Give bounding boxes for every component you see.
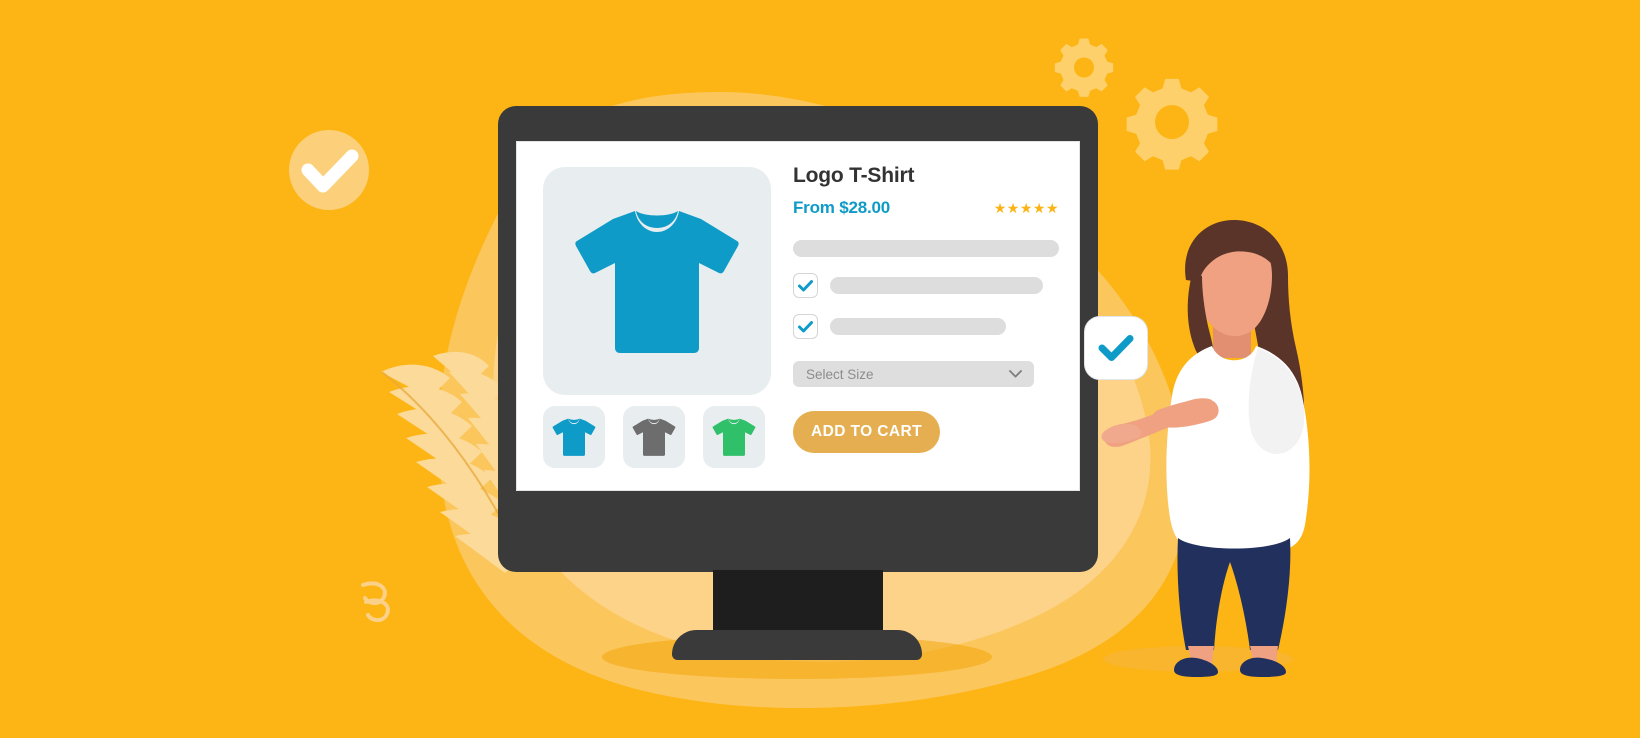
check-circle-decoration (289, 130, 369, 210)
illustration-canvas: Logo T-Shirt From $28.00 ★★★★★ Select Si… (0, 0, 1640, 738)
thumbnail-strip (543, 406, 765, 468)
monitor-base (672, 630, 922, 660)
gear-icon-small (1054, 38, 1114, 97)
product-info: Logo T-Shirt From $28.00 ★★★★★ Select Si… (793, 164, 1059, 454)
monitor-screen: Logo T-Shirt From $28.00 ★★★★★ Select Si… (516, 141, 1080, 491)
option-row-2[interactable] (793, 314, 1059, 340)
thumbnail-green-shirt[interactable] (703, 406, 765, 468)
option-label-placeholder-1 (830, 277, 1043, 295)
tshirt-icon-hero (575, 211, 739, 353)
tshirt-icon-green (712, 418, 756, 456)
check-icon (798, 320, 813, 333)
floating-checkbox[interactable] (1084, 316, 1148, 380)
size-select-label: Select Size (806, 366, 874, 382)
tshirt-icon-gray (632, 418, 676, 456)
check-icon (798, 279, 813, 292)
size-select[interactable]: Select Size (793, 361, 1034, 388)
add-to-cart-button[interactable]: ADD TO CART (793, 411, 940, 454)
thumbnail-blue-shirt[interactable] (543, 406, 605, 468)
option-checkbox-2[interactable] (793, 314, 818, 340)
product-page: Logo T-Shirt From $28.00 ★★★★★ Select Si… (517, 142, 1079, 490)
gear-icon-large (1126, 78, 1218, 170)
description-placeholder (793, 240, 1059, 258)
rating-stars: ★★★★★ (993, 200, 1059, 217)
option-label-placeholder-2 (830, 318, 1006, 336)
check-circle-bg (289, 130, 369, 210)
shoe-right (1240, 657, 1286, 677)
monitor-neck (713, 570, 883, 638)
chevron-down-icon (1009, 370, 1022, 378)
option-checkbox-1[interactable] (793, 273, 818, 299)
check-icon-large (1098, 335, 1134, 361)
page-title: Logo T-Shirt (793, 164, 915, 187)
pants (1177, 538, 1291, 650)
option-row-1[interactable] (793, 273, 1059, 299)
product-price: From $28.00 (793, 198, 891, 218)
tshirt-icon-blue (552, 418, 596, 456)
thumbnail-gray-shirt[interactable] (623, 406, 685, 468)
product-hero-image[interactable] (543, 167, 771, 395)
character-woman (1166, 220, 1310, 677)
shirt-sleeve-left (1171, 350, 1221, 440)
price-rating-row: From $28.00 ★★★★★ (793, 198, 1059, 218)
